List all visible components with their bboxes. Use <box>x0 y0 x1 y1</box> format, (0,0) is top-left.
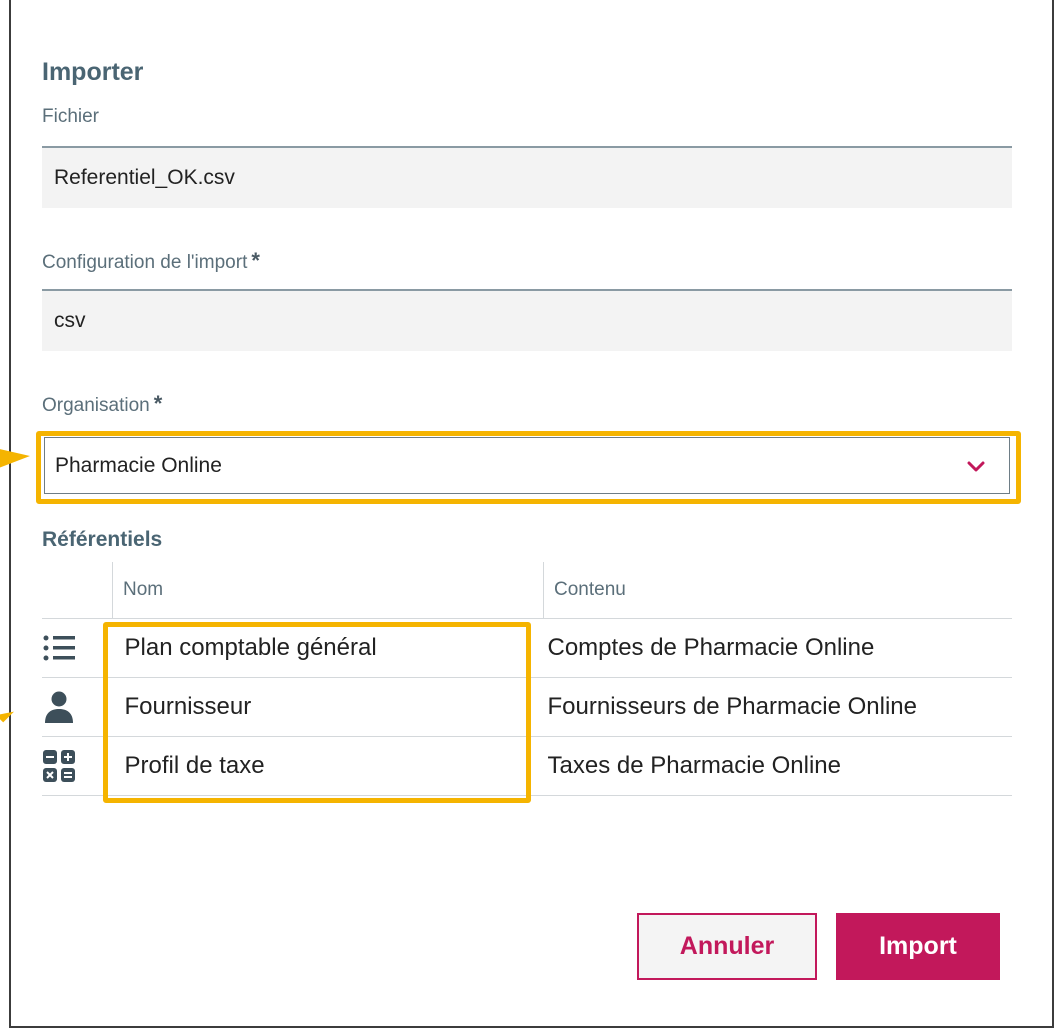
import-button[interactable]: Import <box>836 913 1000 980</box>
row-contenu: Fournisseurs de Pharmacie Online <box>543 677 1012 737</box>
organisation-highlight <box>36 431 1021 504</box>
required-marker: * <box>153 391 163 416</box>
organisation-label: Organisation * <box>42 391 162 417</box>
required-marker: * <box>251 248 260 273</box>
table-header-row: Nom Contenu <box>42 562 1012 619</box>
column-header-icon <box>42 562 113 619</box>
config-label: Configuration de l'import * <box>42 248 260 274</box>
nom-column-highlight <box>103 622 531 803</box>
cancel-button[interactable]: Annuler <box>637 913 817 980</box>
person-icon <box>45 691 73 723</box>
referentiels-title: Référentiels <box>42 528 163 551</box>
config-field[interactable]: csv <box>42 289 1012 351</box>
calculator-icon <box>43 750 75 782</box>
row-contenu: Taxes de Pharmacie Online <box>543 736 1012 796</box>
row-contenu: Comptes de Pharmacie Online <box>543 618 1012 678</box>
row-icon-cell <box>42 677 113 737</box>
organisation-label-text: Organisation <box>42 395 150 416</box>
dialog-title: Importer <box>42 58 144 86</box>
file-field[interactable]: Referentiel_OK.csv <box>42 146 1012 208</box>
row-icon-cell <box>42 736 113 796</box>
row-icon-cell <box>42 618 113 678</box>
config-label-text: Configuration de l'import <box>42 252 248 273</box>
list-icon <box>43 635 75 661</box>
column-header-contenu: Contenu <box>543 562 1012 619</box>
column-header-nom: Nom <box>112 562 544 619</box>
file-label: Fichier <box>42 106 100 127</box>
